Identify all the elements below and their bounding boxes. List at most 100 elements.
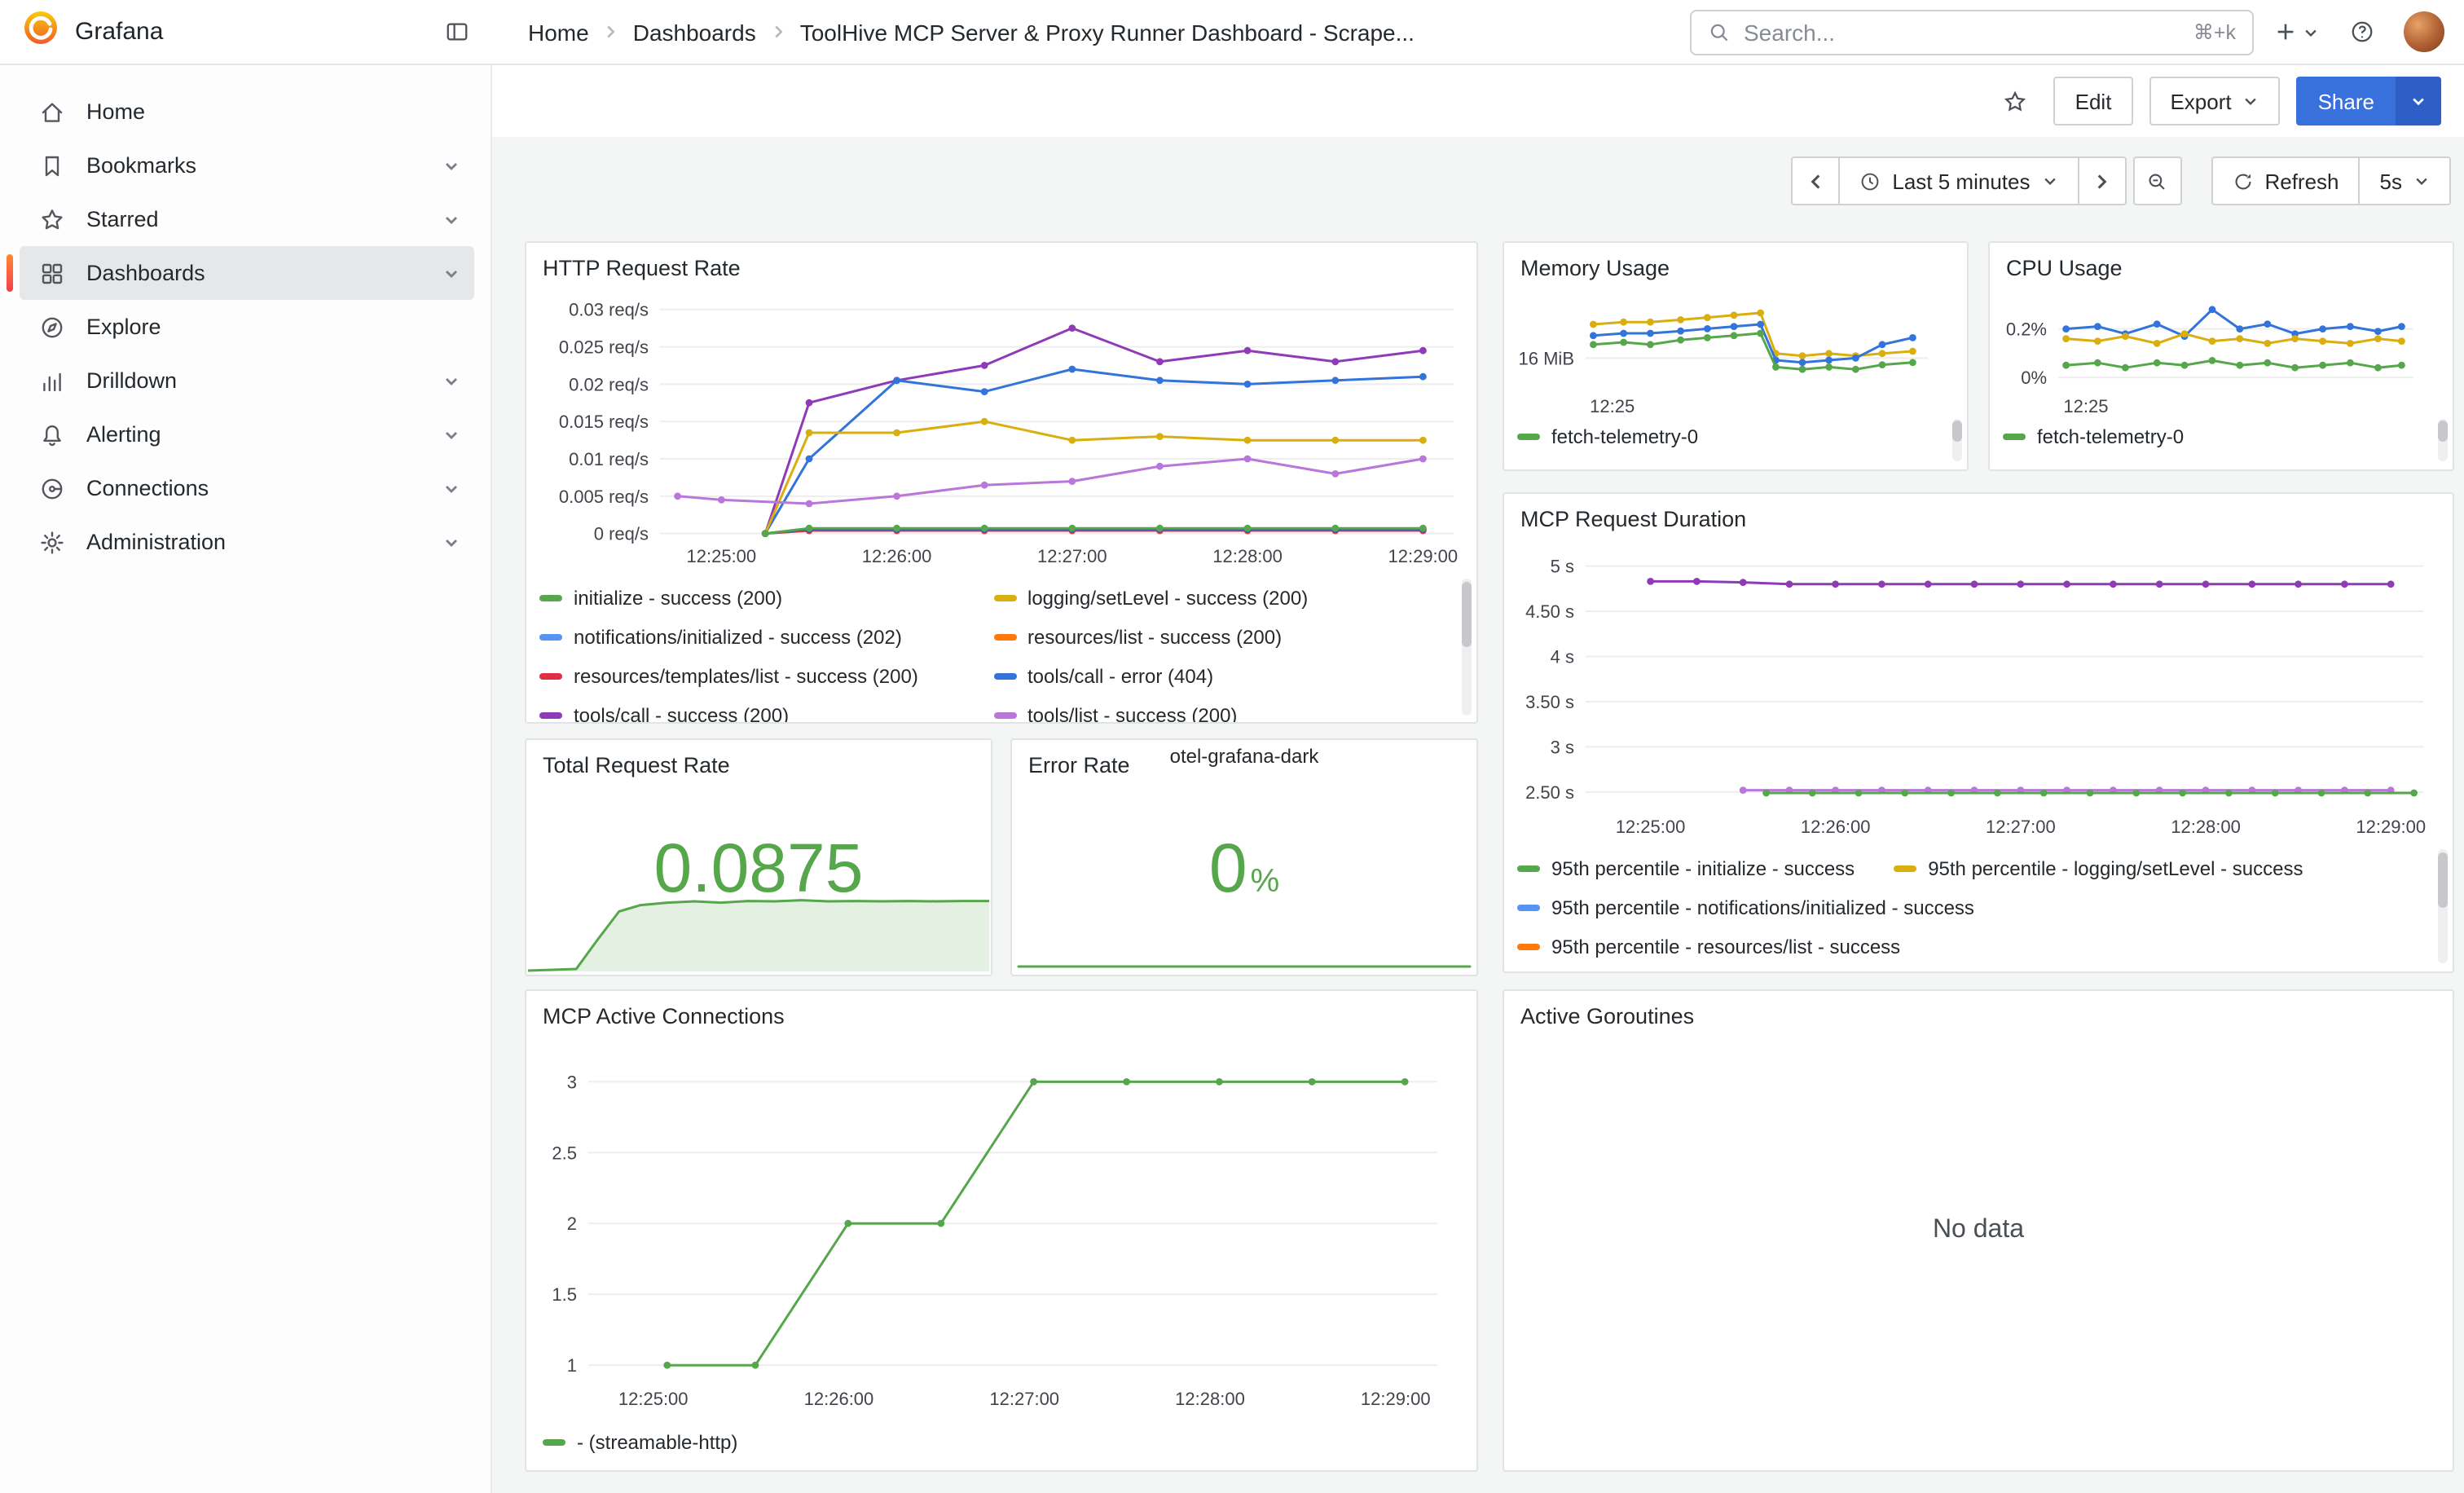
chevron-right-icon	[602, 23, 620, 41]
legend-item[interactable]: logging/setLevel - success (200)	[993, 579, 1408, 618]
dock-sidebar-button[interactable]	[433, 9, 479, 55]
legend-item[interactable]: 95th percentile - initialize - success	[1517, 849, 1855, 888]
sidebar-item-connections[interactable]: Connections	[20, 461, 474, 515]
panel-cpu-usage: CPU Usage 0.2%0%12:25 fetch-telemetry-0	[1988, 241, 2454, 471]
legend-item[interactable]: 95th percentile - resources/templates/li…	[1517, 967, 1991, 971]
error-rate-sparkline[interactable]	[1015, 952, 1473, 971]
legend-label: fetch-telemetry-0	[1551, 425, 1698, 448]
panel-title[interactable]: Memory Usage	[1520, 256, 1670, 282]
chevron-down-icon[interactable]	[442, 156, 461, 175]
svg-text:0.005 req/s: 0.005 req/s	[559, 487, 649, 507]
cpu-usage-chart[interactable]: 0.2%0%12:25	[1993, 285, 2436, 412]
share-button[interactable]: Share	[2297, 77, 2396, 126]
legend-item[interactable]: tools/list - success (200)	[993, 696, 1408, 722]
time-forward-button[interactable]	[2077, 156, 2126, 205]
legend-item[interactable]: 95th percentile - notifications/initiali…	[1517, 888, 1974, 927]
chevron-down-icon[interactable]	[442, 532, 461, 552]
legend-item[interactable]: resources/templates/list - success (200)	[539, 657, 954, 696]
breadcrumb-item[interactable]: Home	[528, 19, 589, 45]
sidebar-item-alerting[interactable]: Alerting	[20, 407, 474, 461]
sidebar: Home BookmarksStarredDashboardsExploreDri…	[0, 65, 492, 1493]
mcp-request-duration-chart[interactable]: 5 s4.50 s4 s3.50 s3 s2.50 s12:25:0012:26…	[1511, 540, 2443, 839]
sidebar-item-drilldown[interactable]: Drilldown	[20, 354, 474, 407]
legend-item[interactable]: fetch-telemetry-0	[1517, 417, 1698, 456]
sidebar-item-label: Alerting	[86, 422, 442, 447]
edit-button[interactable]: Edit	[2054, 77, 2133, 126]
refresh-button[interactable]: Refresh	[2211, 156, 2360, 205]
legend-label: - (streamable-http)	[577, 1431, 737, 1454]
breadcrumb-item[interactable]: ToolHive MCP Server & Proxy Runner Dashb…	[800, 19, 1415, 45]
grafana-logo[interactable]	[23, 10, 59, 54]
chevron-down-icon[interactable]	[442, 263, 461, 283]
panel-title[interactable]: CPU Usage	[2006, 256, 2123, 282]
share-label: Share	[2318, 89, 2374, 113]
legend-swatch	[539, 673, 562, 680]
user-avatar[interactable]	[2404, 11, 2444, 52]
chevron-down-icon[interactable]	[442, 478, 461, 498]
search-box[interactable]: ⌘+k	[1690, 9, 2254, 55]
svg-text:3: 3	[567, 1072, 577, 1092]
chevron-down-icon[interactable]	[442, 209, 461, 229]
legend-item[interactable]: fetch-telemetry-0	[2003, 417, 2184, 456]
share-dropdown-button[interactable]	[2396, 77, 2441, 126]
legend-label: 95th percentile - notifications/initiali…	[1551, 896, 1974, 919]
sidebar-item-home[interactable]: Home	[20, 85, 474, 139]
sidebar-item-dashboards[interactable]: Dashboards	[20, 246, 474, 300]
panel-total-request-rate: Total Request Rate 0.0875	[525, 738, 992, 976]
sidebar-item-administration[interactable]: Administration	[20, 515, 474, 569]
svg-text:12:27:00: 12:27:00	[1986, 817, 2056, 837]
zoom-out-button[interactable]	[2132, 156, 2181, 205]
legend-item[interactable]: resources/list - success (200)	[993, 618, 1408, 657]
svg-text:0 req/s: 0 req/s	[594, 524, 649, 544]
chevron-down-icon[interactable]	[442, 425, 461, 444]
legend-item[interactable]: tools/call - error (404)	[993, 657, 1408, 696]
svg-text:0.03 req/s: 0.03 req/s	[569, 300, 649, 320]
time-back-button[interactable]	[1791, 156, 1840, 205]
legend-item[interactable]: tools/call - success (200)	[539, 696, 954, 722]
svg-text:12:28:00: 12:28:00	[2171, 817, 2241, 837]
legend-scrollbar[interactable]	[2438, 419, 2448, 461]
legend-scrollbar[interactable]	[1462, 579, 1472, 716]
export-button[interactable]: Export	[2149, 77, 2280, 126]
chevron-down-icon	[2243, 93, 2259, 109]
svg-text:3 s: 3 s	[1551, 737, 1574, 757]
legend-item[interactable]: - (streamable-http)	[543, 1423, 737, 1462]
help-button[interactable]	[2339, 9, 2384, 55]
svg-text:12:28:00: 12:28:00	[1212, 546, 1283, 566]
breadcrumb-item[interactable]: Dashboards	[633, 19, 756, 45]
svg-text:12:28:00: 12:28:00	[1175, 1389, 1245, 1409]
drilldown-icon	[39, 368, 65, 394]
refresh-interval-picker[interactable]: 5s	[2359, 156, 2451, 205]
sidebar-item-starred[interactable]: Starred	[20, 192, 474, 246]
legend-item[interactable]: 95th percentile - resources/list - succe…	[1517, 927, 1900, 967]
chevron-left-icon	[1805, 170, 1826, 192]
new-button[interactable]	[2273, 9, 2319, 55]
panel-title[interactable]: MCP Request Duration	[1520, 507, 1746, 533]
panel-title[interactable]: HTTP Request Rate	[543, 256, 741, 282]
chevron-down-icon[interactable]	[442, 371, 461, 390]
sidebar-item-label: Home	[86, 99, 461, 124]
sidebar-item-bookmarks[interactable]: Bookmarks	[20, 139, 474, 192]
memory-usage-chart[interactable]: 16 MiB12:25	[1507, 285, 1951, 412]
mcp-active-connections-chart[interactable]: 11.522.5312:25:0012:26:0012:27:0012:28:0…	[533, 1040, 1463, 1415]
chevron-right-icon	[2091, 170, 2112, 192]
legend-scrollbar[interactable]	[2438, 849, 2448, 963]
search-input[interactable]	[1744, 19, 2180, 45]
compass-icon	[39, 314, 65, 340]
svg-text:2.50 s: 2.50 s	[1525, 782, 1574, 803]
no-data-message: No data	[1504, 991, 2453, 1470]
time-range-picker[interactable]: Last 5 minutes	[1838, 156, 2079, 205]
star-icon	[39, 206, 65, 232]
panel-title[interactable]: Total Request Rate	[543, 753, 730, 779]
cpu-legend: fetch-telemetry-0	[2003, 416, 2427, 458]
legend-item[interactable]: 95th percentile - logging/setLevel - suc…	[1894, 849, 2303, 888]
legend-scrollbar[interactable]	[1952, 419, 1962, 461]
bookmark-icon	[39, 152, 65, 178]
legend-item[interactable]: initialize - success (200)	[539, 579, 954, 618]
sidebar-item-explore[interactable]: Explore	[20, 300, 474, 354]
favorite-star-button[interactable]	[1992, 78, 2038, 124]
legend-item[interactable]: notifications/initialized - success (202…	[539, 618, 954, 657]
panel-memory-usage: Memory Usage 16 MiB12:25 fetch-telemetry…	[1503, 241, 1969, 471]
http-request-rate-chart[interactable]: 0 req/s0.005 req/s0.01 req/s0.015 req/s0…	[533, 288, 1470, 569]
panel-title[interactable]: MCP Active Connections	[543, 1004, 785, 1030]
